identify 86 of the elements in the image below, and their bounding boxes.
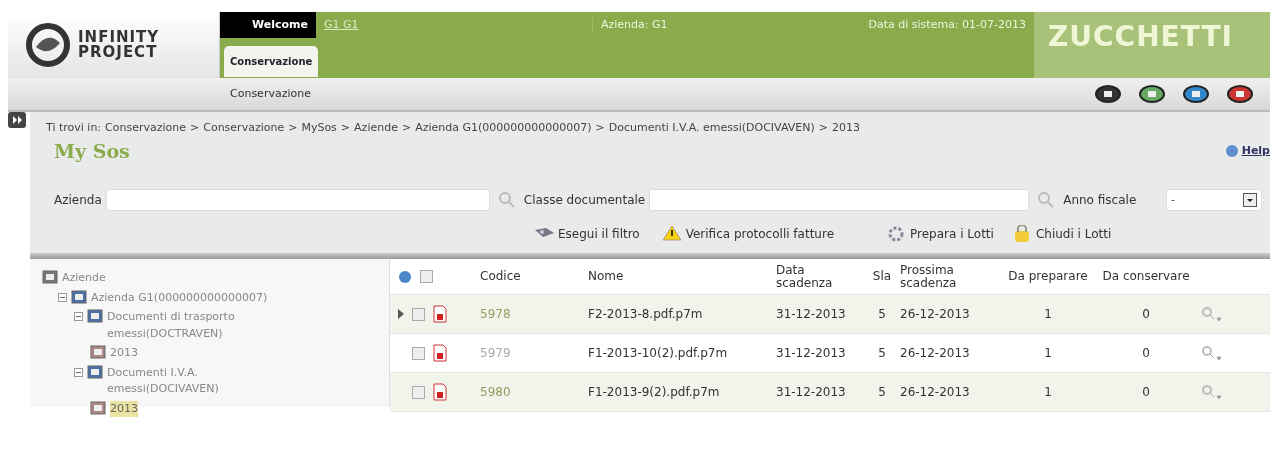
breadcrumb-separator: > (818, 120, 828, 136)
toolbar-button[interactable]: Verifica protocolli fatture (661, 225, 835, 243)
help-link[interactable]: Help (1225, 142, 1270, 159)
welcome-label: Welcome (220, 12, 316, 38)
magnifier-icon[interactable] (1200, 384, 1222, 400)
logo-text: INFINITY (78, 30, 160, 45)
toolbar-button[interactable]: Esegui il filtro (534, 225, 640, 243)
magnifier-icon[interactable] (1200, 306, 1222, 322)
column-header[interactable]: Codice (480, 270, 588, 283)
menu-item[interactable]: Conservazione (226, 85, 315, 103)
tree-item[interactable]: 2013 (110, 400, 138, 417)
breadcrumb-link[interactable]: Azienda G1(000000000000007) (415, 120, 592, 137)
caret-icon (1243, 193, 1257, 207)
table-cell-text: 5 (877, 306, 887, 323)
folder-icon (87, 364, 103, 379)
table-cell-text: 1 (1043, 306, 1053, 323)
row-checkbox[interactable] (412, 385, 425, 399)
pdf-file-icon (433, 344, 447, 362)
table-cell-text: 31-12-2013 (776, 384, 847, 401)
table-cell-text: 31-12-2013 (776, 306, 847, 323)
toolbar-button[interactable]: Prepara i Lotti (886, 225, 994, 243)
warning-icon (661, 225, 682, 243)
breadcrumb-separator: > (340, 120, 351, 136)
table-cell-text: 1 (1043, 345, 1053, 362)
table-cell-text: 0 (1141, 384, 1151, 401)
logo-text: PROJECT (78, 45, 159, 60)
table-cell-text: 26-12-2013 (900, 306, 971, 323)
brand-logo: ZUCCHETTI (1034, 12, 1270, 78)
breadcrumb-separator: > (595, 120, 605, 136)
breadcrumb-link[interactable]: Conservazione (105, 120, 186, 137)
magnifier-icon[interactable] (1200, 345, 1222, 361)
calendar-icon (90, 345, 106, 359)
column-header[interactable]: Sla (864, 270, 900, 283)
breadcrumb-label: Ti trovi in: (46, 120, 102, 136)
breadcrumb-separator: > (288, 120, 298, 136)
dropdown[interactable]: - (1166, 189, 1262, 211)
search-icon[interactable] (497, 191, 516, 209)
swirl-logo-icon (26, 23, 70, 67)
folder-icon (87, 309, 103, 323)
column-header[interactable]: Da preparare (1004, 270, 1092, 283)
toolbar-button[interactable]: Chiudi i Lotti (1011, 225, 1112, 243)
table-cell-text: 26-12-2013 (900, 345, 971, 362)
globe-icon (398, 269, 412, 284)
input-field[interactable] (105, 189, 490, 211)
column-header[interactable]: Data scadenza (776, 263, 864, 290)
breadcrumb-link[interactable]: Conservazione (203, 120, 285, 137)
breadcrumb-separator: > (401, 120, 412, 136)
table-cell-text: 0 (1141, 306, 1151, 323)
help-icon (1225, 144, 1238, 157)
breadcrumb-link[interactable]: MySos (301, 120, 337, 137)
column-header[interactable]: Da conservare (1092, 270, 1200, 283)
folder-icon (71, 289, 87, 304)
table-cell-text: 26-12-2013 (900, 384, 971, 401)
table-cell-text: 5 (877, 345, 887, 362)
collapse-icon[interactable] (58, 292, 67, 302)
collapse-icon[interactable] (74, 312, 83, 321)
row-checkbox[interactable] (412, 346, 425, 360)
column-header[interactable]: Prossima scadenza (900, 263, 1004, 290)
table-cell-text: F1-2013-9(2).pdf.p7m (588, 384, 721, 401)
select-all-checkbox[interactable] (420, 270, 433, 283)
table-cell-text: F2-2013-8.pdf.p7m (588, 306, 704, 323)
system-date: Data di sistema: 01-07-2013 (868, 16, 1026, 33)
breadcrumb-link[interactable]: Documenti I.V.A. emessi(DOCIVAVEN) (608, 120, 815, 137)
pdf-file-icon (433, 383, 447, 401)
search-icon[interactable] (1037, 191, 1056, 209)
expand-icon[interactable] (8, 112, 26, 128)
breadcrumb-separator: > (190, 120, 200, 136)
field-label: Classe documentale (523, 192, 646, 209)
collapse-icon[interactable] (74, 367, 83, 377)
company-label: Azienda: G1 (592, 16, 862, 34)
row-checkbox[interactable] (412, 307, 425, 321)
column-header[interactable]: Nome (588, 270, 776, 283)
input-field[interactable] (649, 189, 1030, 211)
table-cell-text: 0 (1141, 345, 1151, 362)
breadcrumb-link[interactable]: Aziende (354, 120, 398, 137)
field-label: Azienda (54, 192, 102, 209)
tab[interactable]: Conservazione (224, 46, 319, 77)
table-cell-text: 1 (1043, 384, 1053, 401)
table-cell-text: 5 (877, 384, 887, 401)
page-title: My Sos (54, 138, 130, 164)
field-label: Anno fiscale (1063, 192, 1137, 209)
table-cell-text: F1-2013-10(2).pdf.p7m (588, 345, 729, 362)
breadcrumb-current: 2013 (831, 120, 860, 136)
folder-icon (42, 270, 58, 284)
table-cell-text: 31-12-2013 (776, 345, 847, 362)
pdf-file-icon (433, 305, 447, 323)
